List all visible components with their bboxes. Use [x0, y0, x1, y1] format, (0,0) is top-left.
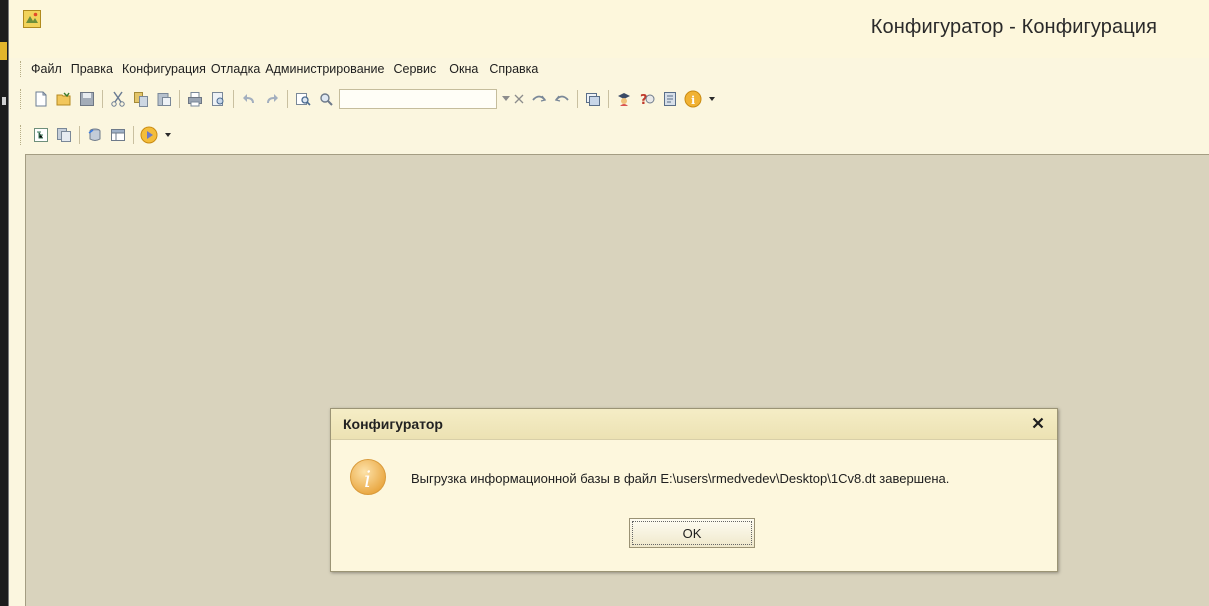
clear-search-icon[interactable]	[512, 89, 526, 109]
reference-icon[interactable]	[660, 89, 680, 109]
print-preview-icon[interactable]	[208, 89, 228, 109]
close-icon[interactable]	[1029, 414, 1047, 432]
menu-administration[interactable]: Администрирование	[265, 61, 384, 77]
toolbar-separator	[79, 126, 80, 144]
menu-windows[interactable]: Окна	[449, 61, 478, 77]
toolbar-grip[interactable]	[20, 125, 24, 145]
menu-configuration[interactable]: Конфигурация	[122, 61, 206, 77]
ok-button[interactable]: OK	[629, 518, 755, 548]
message-dialog: Конфигуратор i Выгрузка информационной б…	[330, 408, 1058, 572]
background-icon	[2, 97, 6, 105]
table-icon[interactable]	[108, 125, 128, 145]
configuration-toolbar	[31, 123, 174, 147]
toolbar-separator	[233, 90, 234, 108]
app-icon	[23, 10, 41, 28]
redo-icon[interactable]	[262, 89, 282, 109]
toolbar-separator	[133, 126, 134, 144]
info-icon[interactable]: i	[683, 89, 703, 109]
toolbar-grip[interactable]	[20, 89, 24, 109]
dialog-message: Выгрузка информационной базы в файл E:\u…	[411, 471, 950, 486]
search-dropdown-icon[interactable]	[500, 89, 512, 109]
toolbar-separator	[179, 90, 180, 108]
print-icon[interactable]	[185, 89, 205, 109]
search-up-icon[interactable]	[529, 89, 549, 109]
background-icon	[0, 42, 7, 60]
dialog-title: Конфигуратор	[343, 416, 443, 432]
search-down-icon[interactable]	[552, 89, 572, 109]
toolbar-overflow-icon[interactable]	[706, 89, 718, 109]
paste-icon[interactable]	[154, 89, 174, 109]
search-input[interactable]	[339, 89, 497, 109]
find-next-icon[interactable]	[316, 89, 336, 109]
toolbar-separator	[608, 90, 609, 108]
cut-icon[interactable]	[108, 89, 128, 109]
find-icon[interactable]	[293, 89, 313, 109]
toolbar-separator	[577, 90, 578, 108]
svg-text:i: i	[691, 94, 695, 107]
toolbar-separator	[102, 90, 103, 108]
menu-debug[interactable]: Отладка	[211, 61, 260, 77]
menu-bar: Файл Правка Конфигурация Отладка Админис…	[31, 58, 547, 80]
config-tree-icon[interactable]	[31, 125, 51, 145]
menubar-grip[interactable]	[20, 61, 24, 77]
menu-service[interactable]: Сервис	[393, 61, 436, 77]
config-properties-icon[interactable]	[54, 125, 74, 145]
menu-edit[interactable]: Правка	[71, 61, 113, 77]
title-bar: Конфигуратор - Конфигурация	[9, 0, 1209, 58]
run-debug-icon[interactable]	[139, 125, 159, 145]
copy-icon[interactable]	[131, 89, 151, 109]
syntax-help-icon[interactable]: ?	[637, 89, 657, 109]
background-window-edge	[0, 0, 8, 606]
window-title: Конфигуратор - Конфигурация	[870, 16, 1157, 38]
toolbar-overflow-icon[interactable]	[162, 125, 174, 145]
standard-toolbar: ? i	[31, 87, 718, 111]
save-icon[interactable]	[77, 89, 97, 109]
menu-help[interactable]: Справка	[489, 61, 538, 77]
assistant-icon[interactable]	[614, 89, 634, 109]
svg-text:i: i	[364, 468, 371, 493]
dialog-title-bar: Конфигуратор	[331, 409, 1057, 440]
open-folder-icon[interactable]	[54, 89, 74, 109]
info-icon: i	[350, 459, 386, 495]
undo-icon[interactable]	[239, 89, 259, 109]
new-document-icon[interactable]	[31, 89, 51, 109]
database-icon[interactable]	[85, 125, 105, 145]
toolbar-separator	[287, 90, 288, 108]
menu-file[interactable]: Файл	[31, 61, 62, 77]
window-icon[interactable]	[583, 89, 603, 109]
